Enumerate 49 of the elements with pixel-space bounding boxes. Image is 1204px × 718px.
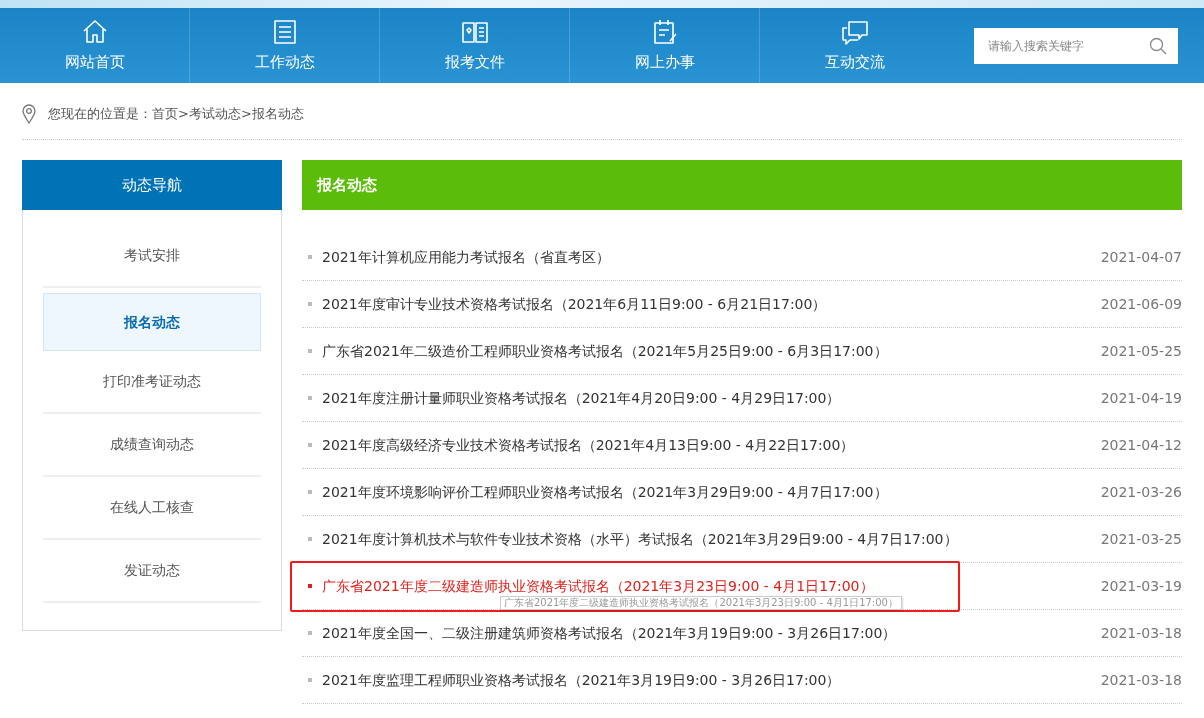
news-date: 2021-06-09: [1100, 294, 1182, 314]
sidebar-item[interactable]: 考试安排: [43, 225, 261, 288]
nav-item[interactable]: 网上办事: [570, 8, 760, 83]
news-date: 2021-03-18: [1100, 623, 1182, 643]
bullet-icon: [308, 443, 312, 447]
news-date: 2021-03-26: [1100, 482, 1182, 502]
bullet-icon: [308, 490, 312, 494]
news-date: 2021-03-25: [1100, 529, 1182, 549]
sidebar-item[interactable]: 成绩查询动态: [43, 414, 261, 477]
bullet-icon: [308, 302, 312, 306]
news-date: 2021-04-12: [1100, 435, 1182, 455]
sidebar-item[interactable]: 发证动态: [43, 540, 261, 603]
search-field[interactable]: 请输入搜索关键字: [974, 27, 1138, 64]
news-link[interactable]: 2021年度注册计量师职业资格考试报名（2021年4月20日9:00 - 4月29日17:00）: [322, 387, 841, 409]
news-link[interactable]: 2021年度计算机技术与软件专业技术资格（水平）考试报名（2021年3月29日9:00 - 4月7日17:00）: [322, 528, 958, 550]
search-button[interactable]: [1138, 27, 1178, 64]
nav-item[interactable]: 报考文件: [380, 8, 570, 83]
news-link[interactable]: 2021年度全国一、二级注册建筑师资格考试报名（2021年3月19日9:00 - 3月26日17:00）: [322, 622, 897, 644]
bullet-icon: [308, 631, 312, 635]
bullet-icon: [308, 678, 312, 682]
sidebar-item[interactable]: 在线人工核查: [43, 477, 261, 540]
news-date: 2021-03-19: [1100, 576, 1182, 596]
sidebar-item[interactable]: 打印准考证动态: [43, 351, 261, 414]
news-link[interactable]: 广东省2021年二级造价工程师职业资格考试报名（2021年5月25日9:00 - 6月3日17:00）: [322, 340, 888, 362]
news-link[interactable]: 2021年度环境影响评价工程师职业资格考试报名（2021年3月29日9:00 - 4月7日17:00）: [322, 481, 888, 503]
news-link[interactable]: 2021年度监理工程师职业资格考试报名（2021年3月19日9:00 - 3月26日17:00）: [322, 669, 841, 691]
nav-item[interactable]: 网站首页: [0, 8, 190, 83]
nav-item[interactable]: 工作动态: [190, 8, 380, 83]
news-date: 2021-05-25: [1100, 341, 1182, 361]
news-link[interactable]: 2021年度高级经济专业技术资格考试报名（2021年4月13日9:00 - 4月22日17:00）: [322, 434, 855, 456]
location-pin-icon: [22, 104, 36, 124]
bullet-icon: [308, 349, 312, 353]
section-title: 报名动态: [302, 160, 1182, 210]
news-link[interactable]: 广东省2021年度二级建造师执业资格考试报名（2021年3月23日9:00 - 4月1日17:00）: [322, 575, 874, 597]
sidebar-item[interactable]: 报名动态: [43, 293, 261, 351]
bullet-icon: [308, 396, 312, 400]
sidebar-title: 动态导航: [22, 160, 282, 210]
news-date: 2021-04-19: [1100, 388, 1182, 408]
nav-item[interactable]: 互动交流: [760, 8, 950, 83]
tooltip: 广东省2021年度二级建造师执业资格考试报名（2021年3月23日9:00 - 4月1日17:00）: [500, 596, 902, 610]
breadcrumb: 您现在的位置是：首页>考试动态>报名动态: [48, 105, 304, 124]
bullet-icon: [308, 537, 312, 541]
bullet-icon: [308, 584, 312, 588]
news-date: 2021-04-07: [1100, 247, 1182, 267]
bullet-icon: [308, 255, 312, 259]
news-link[interactable]: 2021年计算机应用能力考试报名（省直考区）: [322, 246, 610, 268]
news-date: 2021-03-18: [1100, 670, 1182, 690]
search-icon: [1149, 36, 1167, 55]
news-link[interactable]: 2021年度审计专业技术资格考试报名（2021年6月11日9:00 - 6月21日17:00）: [322, 293, 827, 315]
